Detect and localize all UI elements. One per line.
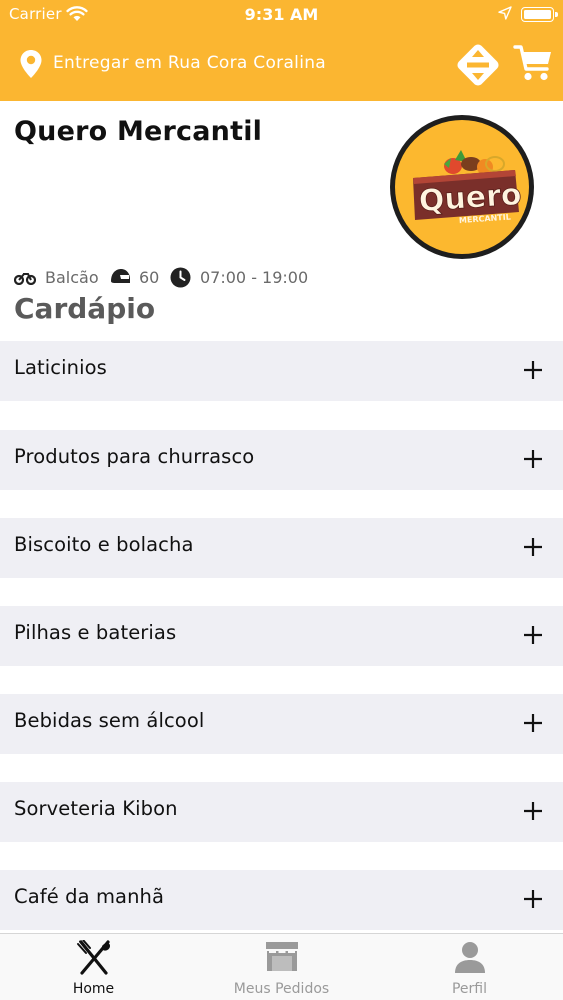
fork-knife-icon [76, 940, 110, 975]
delivery-mode: Balcão [45, 268, 99, 287]
tab-meus-pedidos[interactable]: Meus Pedidos [188, 934, 375, 1000]
person-icon [454, 942, 485, 973]
category-row[interactable]: Bebidas sem álcool [0, 694, 563, 754]
delivery-header: Entregar em Rua Cora Coralina [0, 36, 563, 96]
tab-bar: Home Meus Pedidos Perfil [0, 933, 563, 1000]
category-row[interactable]: Café da manhã [0, 870, 563, 930]
plus-icon[interactable] [522, 800, 544, 822]
opening-hours: 07:00 - 19:00 [200, 268, 309, 287]
tab-label: Home [72, 981, 115, 997]
tab-home[interactable]: Home [0, 934, 187, 1000]
tab-perfil[interactable]: Perfil [376, 934, 563, 1000]
category-row[interactable]: Laticinios [0, 341, 563, 401]
store-logo: Quero MERCANTIL [390, 115, 534, 259]
store-name: Quero Mercantil [14, 116, 263, 147]
clock: 9:31 AM [244, 5, 319, 24]
store-icon [265, 942, 298, 971]
plus-icon[interactable] [522, 536, 544, 558]
plus-icon[interactable] [522, 448, 544, 470]
category-row[interactable]: Sorveteria Kibon [0, 782, 563, 842]
category-label: Café da manhã [14, 885, 165, 908]
location-arrow-icon [498, 6, 512, 20]
tab-label: Meus Pedidos [233, 981, 330, 997]
battery-icon [521, 7, 558, 22]
category-row[interactable]: Pilhas e baterias [0, 606, 563, 666]
delivery-time: 60 [139, 268, 160, 287]
helmet-icon [111, 269, 130, 283]
category-label: Sorveteria Kibon [14, 797, 178, 820]
plus-icon[interactable] [522, 888, 544, 910]
category-label: Bebidas sem álcool [14, 709, 205, 732]
category-label: Biscoito e bolacha [14, 533, 194, 556]
cart-icon[interactable] [512, 42, 554, 84]
category-row[interactable]: Biscoito e bolacha [0, 518, 563, 578]
clock-icon [170, 267, 191, 288]
category-label: Produtos para churrasco [14, 445, 255, 468]
location-pin-icon[interactable] [19, 49, 43, 79]
app-header-bar: Carrier 9:31 AM Entregar em Rua Cora Cor… [0, 0, 563, 101]
category-label: Laticinios [14, 356, 107, 379]
plus-icon[interactable] [522, 712, 544, 734]
plus-icon[interactable] [522, 359, 544, 381]
menu-title: Cardápio [14, 292, 156, 325]
delivery-address[interactable]: Entregar em Rua Cora Coralina [53, 53, 326, 73]
store-logo-image: Quero MERCANTIL [413, 150, 523, 225]
motorcycle-icon [14, 273, 36, 285]
directions-icon[interactable] [453, 40, 503, 90]
category-row[interactable]: Produtos para churrasco [0, 430, 563, 490]
category-label: Pilhas e baterias [14, 621, 177, 644]
status-bar: Carrier 9:31 AM [0, 0, 563, 30]
tab-label: Perfil [451, 981, 488, 997]
plus-icon[interactable] [522, 624, 544, 646]
